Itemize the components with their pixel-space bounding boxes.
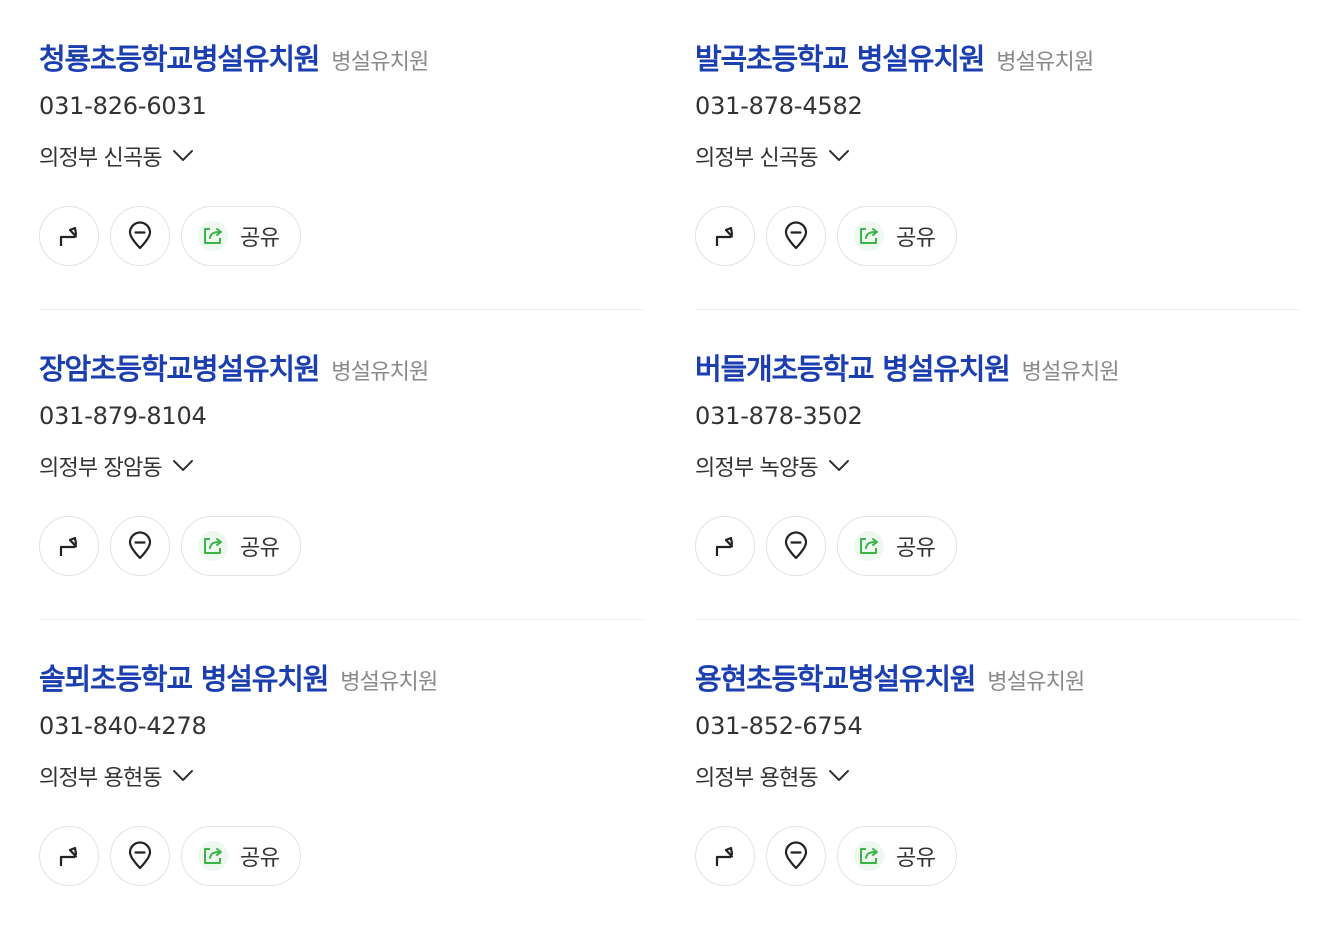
place-address-toggle[interactable]: 의정부 용현동 (39, 760, 196, 792)
place-address-toggle[interactable]: 의정부 장암동 (39, 450, 196, 482)
share-button[interactable]: 공유 (837, 206, 957, 266)
place-title-line: 청룡초등학교병설유치원 병설유치원 (39, 36, 429, 78)
map-pin-icon (128, 221, 152, 250)
place-category: 병설유치원 (1021, 360, 1120, 385)
share-label: 공유 (896, 536, 936, 561)
place-title-line: 솔뫼초등학교 병설유치원 병설유치원 (39, 656, 438, 698)
place-card: 청룡초등학교병설유치원 병설유치원 031-826-6031 의정부 신곡동 공… (39, 0, 643, 310)
place-address: 의정부 장암동 (39, 456, 163, 481)
place-address: 의정부 용현동 (695, 766, 819, 791)
place-card: 용현초등학교병설유치원 병설유치원 031-852-6754 의정부 용현동 공… (695, 620, 1299, 930)
place-results-grid: 청룡초등학교병설유치원 병설유치원 031-826-6031 의정부 신곡동 공… (0, 0, 1328, 918)
place-phone: 031-878-3502 (695, 402, 863, 430)
share-icon (854, 531, 884, 561)
place-name-link[interactable]: 발곡초등학교 병설유치원 (695, 36, 985, 78)
share-icon (198, 841, 228, 871)
share-button[interactable]: 공유 (181, 516, 301, 576)
place-actions: 공유 (39, 206, 301, 266)
directions-button[interactable] (39, 206, 99, 266)
save-location-button[interactable] (766, 516, 826, 576)
place-card: 버들개초등학교 병설유치원 병설유치원 031-878-3502 의정부 녹양동… (695, 310, 1299, 620)
directions-arrow-icon (59, 226, 78, 246)
place-phone: 031-826-6031 (39, 92, 207, 120)
chevron-down-icon (172, 460, 193, 471)
place-address-toggle[interactable]: 의정부 신곡동 (695, 140, 852, 172)
directions-arrow-icon (715, 536, 734, 556)
place-address-toggle[interactable]: 의정부 신곡동 (39, 140, 196, 172)
map-pin-icon (128, 531, 152, 560)
place-name-link[interactable]: 버들개초등학교 병설유치원 (695, 346, 1011, 388)
place-address: 의정부 녹양동 (695, 456, 819, 481)
place-actions: 공유 (695, 826, 957, 886)
save-location-button[interactable] (766, 826, 826, 886)
directions-arrow-icon (715, 846, 734, 866)
directions-button[interactable] (695, 206, 755, 266)
place-phone: 031-878-4582 (695, 92, 863, 120)
share-icon (854, 841, 884, 871)
place-name-link[interactable]: 용현초등학교병설유치원 (695, 656, 976, 698)
share-label: 공유 (896, 846, 936, 871)
place-title-line: 버들개초등학교 병설유치원 병설유치원 (695, 346, 1120, 388)
map-pin-icon (128, 841, 152, 870)
place-category: 병설유치원 (987, 670, 1085, 695)
directions-button[interactable] (695, 516, 755, 576)
place-card: 장암초등학교병설유치원 병설유치원 031-879-8104 의정부 장암동 공… (39, 310, 643, 620)
place-actions: 공유 (695, 516, 957, 576)
share-button[interactable]: 공유 (181, 826, 301, 886)
save-location-button[interactable] (110, 206, 170, 266)
place-title-line: 장암초등학교병설유치원 병설유치원 (39, 346, 429, 388)
place-name-link[interactable]: 솔뫼초등학교 병설유치원 (39, 656, 329, 698)
place-card: 솔뫼초등학교 병설유치원 병설유치원 031-840-4278 의정부 용현동 … (39, 620, 643, 930)
share-label: 공유 (896, 226, 936, 251)
share-button[interactable]: 공유 (837, 516, 957, 576)
directions-button[interactable] (695, 826, 755, 886)
directions-button[interactable] (39, 826, 99, 886)
share-icon (198, 531, 228, 561)
chevron-down-icon (828, 460, 849, 471)
share-button[interactable]: 공유 (181, 206, 301, 266)
save-location-button[interactable] (110, 826, 170, 886)
place-category: 병설유치원 (996, 50, 1094, 75)
place-phone: 031-852-6754 (695, 712, 863, 740)
share-button[interactable]: 공유 (837, 826, 957, 886)
map-pin-icon (784, 221, 808, 250)
save-location-button[interactable] (110, 516, 170, 576)
chevron-down-icon (172, 770, 193, 781)
place-name-link[interactable]: 장암초등학교병설유치원 (39, 346, 320, 388)
map-pin-icon (784, 841, 808, 870)
place-card: 발곡초등학교 병설유치원 병설유치원 031-878-4582 의정부 신곡동 … (695, 0, 1299, 310)
place-title-line: 발곡초등학교 병설유치원 병설유치원 (695, 36, 1094, 78)
place-actions: 공유 (695, 206, 957, 266)
save-location-button[interactable] (766, 206, 826, 266)
share-icon (854, 221, 884, 251)
share-label: 공유 (240, 226, 280, 251)
place-actions: 공유 (39, 516, 301, 576)
directions-arrow-icon (59, 536, 78, 556)
place-address-toggle[interactable]: 의정부 녹양동 (695, 450, 852, 482)
chevron-down-icon (828, 150, 849, 161)
map-pin-icon (784, 531, 808, 560)
chevron-down-icon (828, 770, 849, 781)
place-phone: 031-879-8104 (39, 402, 207, 430)
place-actions: 공유 (39, 826, 301, 886)
place-address: 의정부 용현동 (39, 766, 163, 791)
directions-arrow-icon (715, 226, 734, 246)
place-name-link[interactable]: 청룡초등학교병설유치원 (39, 36, 320, 78)
directions-arrow-icon (59, 846, 78, 866)
place-category: 병설유치원 (340, 670, 438, 695)
share-icon (198, 221, 228, 251)
directions-button[interactable] (39, 516, 99, 576)
place-address: 의정부 신곡동 (39, 146, 163, 171)
place-phone: 031-840-4278 (39, 712, 207, 740)
place-category: 병설유치원 (331, 50, 429, 75)
share-label: 공유 (240, 536, 280, 561)
share-label: 공유 (240, 846, 280, 871)
place-title-line: 용현초등학교병설유치원 병설유치원 (695, 656, 1085, 698)
place-address: 의정부 신곡동 (695, 146, 819, 171)
chevron-down-icon (172, 150, 193, 161)
place-category: 병설유치원 (331, 360, 429, 385)
place-address-toggle[interactable]: 의정부 용현동 (695, 760, 852, 792)
